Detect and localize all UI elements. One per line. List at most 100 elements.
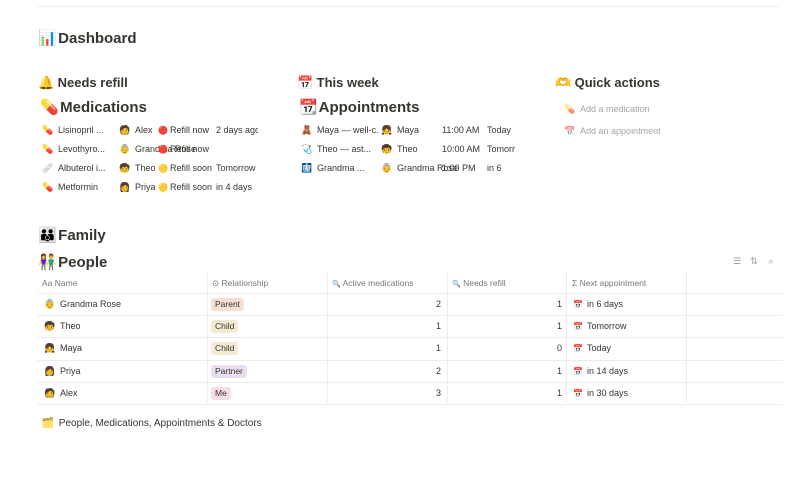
search-icon[interactable]: ⌕ bbox=[766, 256, 776, 266]
appointment-icon: 🧸 bbox=[301, 125, 313, 135]
page-title: 📊 Dashboard bbox=[38, 30, 137, 47]
appointment-row[interactable]: 🩻 Grandma ... 👵 Grandma Rose 1:00 PM in 6 bbox=[299, 163, 515, 179]
filter-icon[interactable]: ☰ bbox=[732, 256, 742, 266]
sort-icon[interactable]: ⇅ bbox=[749, 256, 759, 266]
medication-row[interactable]: 💊 Lisinopril ... 🧑 Alex 🔴 Refill now 2 days ag… bbox=[40, 125, 258, 141]
table-row[interactable]: 👵 Grandma Rose Parent 2 1 📅 in 6 days bbox=[38, 293, 783, 315]
person-icon: 🧒 bbox=[381, 144, 393, 154]
appointment-row[interactable]: 🧸 Maya — well-c... 👧 Maya 11:00 AM Today bbox=[299, 125, 515, 141]
medication-label: Lisinopril ... bbox=[58, 125, 104, 135]
relationship-tag: Child bbox=[211, 342, 239, 356]
table-header: Aa Name ⊙ Relationship 🔍 Active medicati… bbox=[38, 276, 783, 292]
column-active-medications[interactable]: 🔍 Active medications bbox=[332, 276, 414, 292]
medications-link[interactable]: 💊 Medications bbox=[40, 98, 147, 116]
person-cell: 👧 Maya bbox=[379, 125, 419, 136]
appointment-name: 🩺 Theo — ast... bbox=[299, 144, 379, 155]
chart-icon: 📊 bbox=[38, 30, 57, 47]
status-label: Refill soon bbox=[169, 182, 212, 192]
column-needs-refill[interactable]: 🔍 Needs refill bbox=[452, 276, 506, 292]
calendar-icon: 📅 bbox=[573, 300, 583, 309]
person-cell: 🧑 Alex bbox=[117, 125, 153, 136]
person-cell: 🧒 Theo bbox=[117, 163, 156, 174]
column-relationship[interactable]: ⊙ Relationship bbox=[212, 276, 268, 292]
person-icon: 👵 bbox=[381, 163, 393, 173]
medication-name: 🩹 Albuterol i... bbox=[40, 163, 114, 174]
calendar-icon: 📅 bbox=[573, 366, 583, 376]
refill-status: 🔴 Refill now bbox=[158, 144, 209, 154]
relationship-cell[interactable]: Partner bbox=[211, 361, 247, 383]
name-cell[interactable]: 🧑 Alex bbox=[42, 383, 77, 405]
relationship-tag: Partner bbox=[211, 364, 247, 378]
active-medications-cell: 2 bbox=[435, 365, 441, 376]
relationship-tag: Child bbox=[211, 320, 239, 334]
medication-name: 💊 Levothyro... bbox=[40, 144, 114, 155]
table-row[interactable]: 🧒 Theo Child 1 1 📅 Tomorrow bbox=[38, 315, 783, 337]
person-name: Theo bbox=[135, 163, 156, 173]
medication-row[interactable]: 💊 Metformin 👩 Priya 🟡 Refill soon in 4 days bbox=[40, 182, 258, 198]
relationship-tag: Parent bbox=[211, 298, 245, 311]
person-icon: 👵 bbox=[119, 144, 131, 154]
appointment-when: in 6 bbox=[487, 163, 502, 173]
active-medications-cell: 1 bbox=[435, 343, 441, 354]
appointment-icon: 🩻 bbox=[301, 163, 313, 173]
person-icon: 🧒 bbox=[119, 163, 131, 173]
person-name: Priya bbox=[135, 182, 156, 192]
medication-row[interactable]: 💊 Levothyro... 👵 Grandma Rose 🔴 Refill now bbox=[40, 144, 258, 160]
needs-refill-heading: 🔔 Needs refill bbox=[38, 75, 128, 90]
relationship-cell[interactable]: Parent bbox=[211, 294, 245, 316]
pill-icon: 💊 bbox=[42, 144, 54, 154]
medication-name: 💊 Lisinopril ... bbox=[40, 125, 114, 136]
heart-hands-icon: 🫶 bbox=[555, 75, 572, 90]
appointment-label: Grandma ... bbox=[317, 163, 365, 173]
next-appointment-cell: 📅 Today bbox=[570, 338, 611, 360]
top-divider bbox=[38, 6, 778, 7]
person-name: Grandma Rose bbox=[60, 299, 122, 309]
appointment-label: Maya — well-c... bbox=[317, 125, 379, 135]
pill-icon: 🩹 bbox=[42, 163, 54, 173]
status-dot-icon: 🟡 bbox=[158, 164, 168, 173]
person-name: Alex bbox=[135, 125, 153, 135]
relationship-cell[interactable]: Child bbox=[211, 316, 239, 338]
person-icon: 👧 bbox=[381, 125, 393, 135]
appointments-link[interactable]: 📆 Appointments bbox=[299, 98, 419, 116]
person-name: Maya bbox=[60, 343, 83, 354]
medication-name: 💊 Metformin bbox=[40, 182, 114, 193]
name-cell[interactable]: 👧 Maya bbox=[42, 338, 82, 360]
name-cell[interactable]: 🧒 Theo bbox=[42, 316, 80, 338]
needs-refill-cell: 1 bbox=[556, 321, 562, 332]
text-icon: Aa bbox=[42, 278, 53, 288]
medication-label: Levothyro... bbox=[58, 144, 106, 154]
active-medications-cell: 2 bbox=[435, 299, 441, 309]
family-heading: 👪 Family bbox=[38, 227, 106, 244]
person-icon: 🧑 bbox=[119, 125, 131, 135]
databases-link[interactable]: 🗂️ People, Medications, Appointments & D… bbox=[40, 418, 262, 429]
add-appointment-button[interactable]: 📅 Add an appointment bbox=[558, 122, 660, 140]
table-row[interactable]: 🧑 Alex Me 3 1 📅 in 30 days bbox=[38, 381, 783, 405]
next-appointment-cell: 📅 in 30 days bbox=[570, 383, 628, 405]
people-link[interactable]: 👫 People bbox=[38, 253, 107, 271]
relationship-cell[interactable]: Me bbox=[211, 383, 231, 405]
status-dot-icon: 🟡 bbox=[158, 183, 168, 192]
column-next-appointment[interactable]: Σ Next appointment bbox=[572, 276, 646, 292]
table-row[interactable]: 👩 Priya Partner 2 1 📅 in 14 days bbox=[38, 359, 783, 383]
column-name[interactable]: Aa Name bbox=[42, 276, 77, 292]
appointment-label: Theo — ast... bbox=[317, 144, 372, 154]
table-row[interactable]: 👧 Maya Child 1 0 📅 Today bbox=[38, 337, 783, 359]
rollup-icon: 🔍 bbox=[452, 281, 461, 288]
person-icon: 🧒 bbox=[44, 321, 56, 332]
needs-refill-cell: 0 bbox=[556, 343, 562, 354]
appointment-row[interactable]: 🩺 Theo — ast... 🧒 Theo 10:00 AM Tomorrow bbox=[299, 144, 515, 160]
name-cell[interactable]: 👵 Grandma Rose bbox=[42, 294, 121, 316]
appointment-name: 🧸 Maya — well-c... bbox=[299, 125, 379, 136]
add-medication-button[interactable]: 💊 Add a medication bbox=[558, 100, 658, 118]
name-cell[interactable]: 👩 Priya bbox=[42, 361, 80, 383]
refill-when: 2 days ago bbox=[216, 125, 258, 135]
next-appointment-cell: 📅 in 14 days bbox=[570, 361, 628, 383]
needs-refill-cell: 1 bbox=[556, 365, 562, 376]
this-week-heading: 📅 This week bbox=[297, 75, 379, 90]
medication-row[interactable]: 🩹 Albuterol i... 🧒 Theo 🟡 Refill soon Tomorrow bbox=[40, 163, 258, 179]
relationship-cell[interactable]: Child bbox=[211, 338, 239, 360]
next-appointment-label: in 6 days bbox=[587, 299, 624, 309]
next-appointment-cell: 📅 Tomorrow bbox=[570, 316, 627, 338]
quick-actions-heading: 🫶 Quick actions bbox=[555, 75, 660, 90]
